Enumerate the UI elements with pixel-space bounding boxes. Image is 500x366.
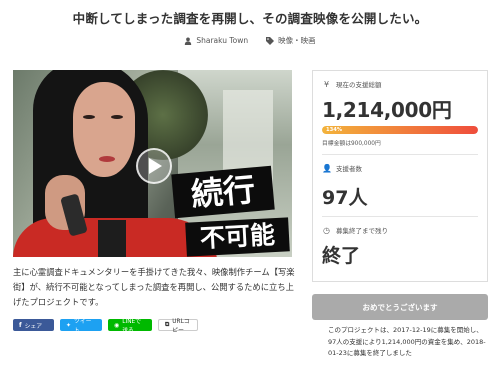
person-collar: [98, 220, 126, 257]
category-name: 映像・映画: [278, 36, 316, 45]
funding-panel: ¥ 現在の支援総額 1,214,000円 134% 目標金額は900,000円 …: [312, 70, 488, 282]
video-caption-line2: 不可能: [185, 217, 290, 257]
person-icon: [185, 37, 192, 45]
owner-link[interactable]: Sharaku Town: [184, 35, 248, 46]
facebook-share-label: シェア: [24, 323, 43, 330]
twitter-share-button[interactable]: ✦ ツイート: [60, 319, 102, 334]
person-eye: [111, 115, 123, 119]
person-face: [73, 82, 135, 177]
share-buttons: f シェア ✦ ツイート ◉ LINEで送る ⧉ URLコピー: [13, 319, 198, 334]
funding-section: ¥ 現在の支援総額 1,214,000円 134% 目標金額は900,000円: [313, 79, 487, 147]
person-lips: [99, 156, 115, 162]
facebook-icon: f: [19, 321, 22, 329]
supporters-section: 👤 支援者数 97人: [313, 163, 487, 210]
play-button[interactable]: [136, 148, 172, 184]
remaining-section: ◷ 募集終了まで残り 終了: [313, 225, 487, 268]
person-icon: 👤: [322, 163, 332, 173]
funding-goal: 目標金額は900,000円: [322, 141, 381, 147]
divider: [322, 216, 478, 217]
funding-progress-fill: [322, 126, 478, 134]
remaining-value: 終了: [322, 245, 361, 267]
facebook-share-button[interactable]: f シェア: [13, 319, 54, 331]
funding-progress-bar: 134%: [322, 126, 478, 134]
project-video[interactable]: 続行 不可能: [13, 70, 292, 257]
divider: [322, 154, 478, 155]
url-copy-button[interactable]: ⧉ URLコピー: [158, 319, 198, 334]
link-icon: ⧉: [165, 321, 170, 328]
supporters-count: 97人: [322, 187, 368, 209]
funding-progress-label: 134%: [326, 127, 343, 133]
twitter-icon: ✦: [66, 321, 72, 329]
tag-icon: [266, 36, 275, 45]
url-copy-label: URLコピー: [172, 319, 190, 334]
line-share-label: LINEで送る: [122, 319, 141, 334]
owner-name: Sharaku Town: [196, 36, 249, 45]
twitter-share-label: ツイート: [74, 319, 92, 334]
video-caption-line1: 続行: [171, 165, 275, 219]
project-meta: Sharaku Town 映像・映画: [0, 35, 500, 46]
funding-label: 現在の支援総額: [336, 81, 382, 89]
remaining-label: 募集終了まで残り: [336, 227, 388, 235]
line-share-button[interactable]: ◉ LINEで送る: [108, 319, 152, 334]
line-icon: ◉: [114, 321, 120, 329]
category-link[interactable]: 映像・映画: [266, 35, 316, 46]
clock-icon: ◷: [323, 225, 330, 235]
person-eye: [83, 115, 95, 119]
project-title: 中断してしまった調査を再開し、その調査映像を公開したい。: [72, 11, 428, 26]
congratulations-button[interactable]: おめでとうございます: [312, 294, 488, 320]
closing-note: このプロジェクトは、2017-12-19に募集を開始し、97人の支援により1,2…: [328, 326, 486, 357]
yen-icon: ¥: [323, 79, 330, 89]
supporters-label: 支援者数: [336, 165, 362, 173]
project-description: 主に心霊調査ドキュメンタリーを手掛けてきた我々、映像制作チーム【写楽街】が、続行…: [13, 267, 295, 307]
funding-amount: 1,214,000円: [322, 98, 452, 122]
play-icon: [149, 158, 162, 174]
